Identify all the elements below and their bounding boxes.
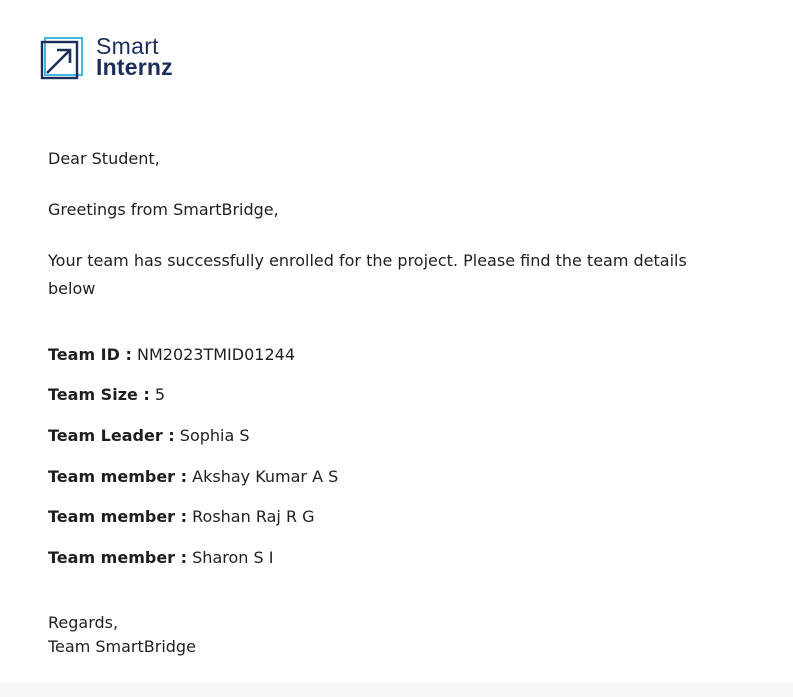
detail-label: Team Size : (48, 385, 150, 404)
detail-label: Team Leader : (48, 426, 175, 445)
detail-label: Team member : (48, 548, 188, 567)
smartinternz-logo: Smart Internz (40, 35, 210, 82)
logo-wordmark: Smart Internz (96, 35, 173, 80)
detail-value: Roshan Raj R G (192, 507, 315, 526)
signature: Team SmartBridge (48, 637, 196, 656)
salutation: Dear Student, (48, 149, 160, 168)
logo-text-internz: Internz (96, 54, 173, 80)
detail-label: Team member : (48, 467, 188, 486)
detail-value: 5 (154, 385, 166, 404)
detail-team-member: Team member : Sharon S I (48, 546, 273, 570)
intro-paragraph: Your team has successfully enrolled for … (48, 251, 687, 298)
detail-team-member: Team member : Roshan Raj R G (48, 505, 315, 529)
detail-value: Sharon S I (192, 548, 274, 567)
detail-value: NM2023TMID01244 (136, 345, 295, 364)
detail-team-leader: Team Leader : Sophia S (48, 424, 250, 448)
signature-block: Regards, Team SmartBridge (48, 611, 196, 659)
detail-value: Sophia S (179, 426, 250, 445)
email-card: Smart Internz Dear Student, Greetings fr… (0, 0, 793, 682)
detail-team-member: Team member : Akshay Kumar A S (48, 465, 338, 489)
smartinternz-logo-icon (40, 37, 83, 80)
detail-team-size: Team Size : 5 (48, 383, 165, 407)
detail-team-id: Team ID : NM2023TMID01244 (48, 343, 295, 367)
detail-value: Akshay Kumar A S (192, 467, 339, 486)
detail-label: Team member : (48, 507, 188, 526)
closing: Regards, (48, 613, 119, 632)
greeting: Greetings from SmartBridge, (48, 200, 279, 219)
detail-label: Team ID : (48, 345, 132, 364)
